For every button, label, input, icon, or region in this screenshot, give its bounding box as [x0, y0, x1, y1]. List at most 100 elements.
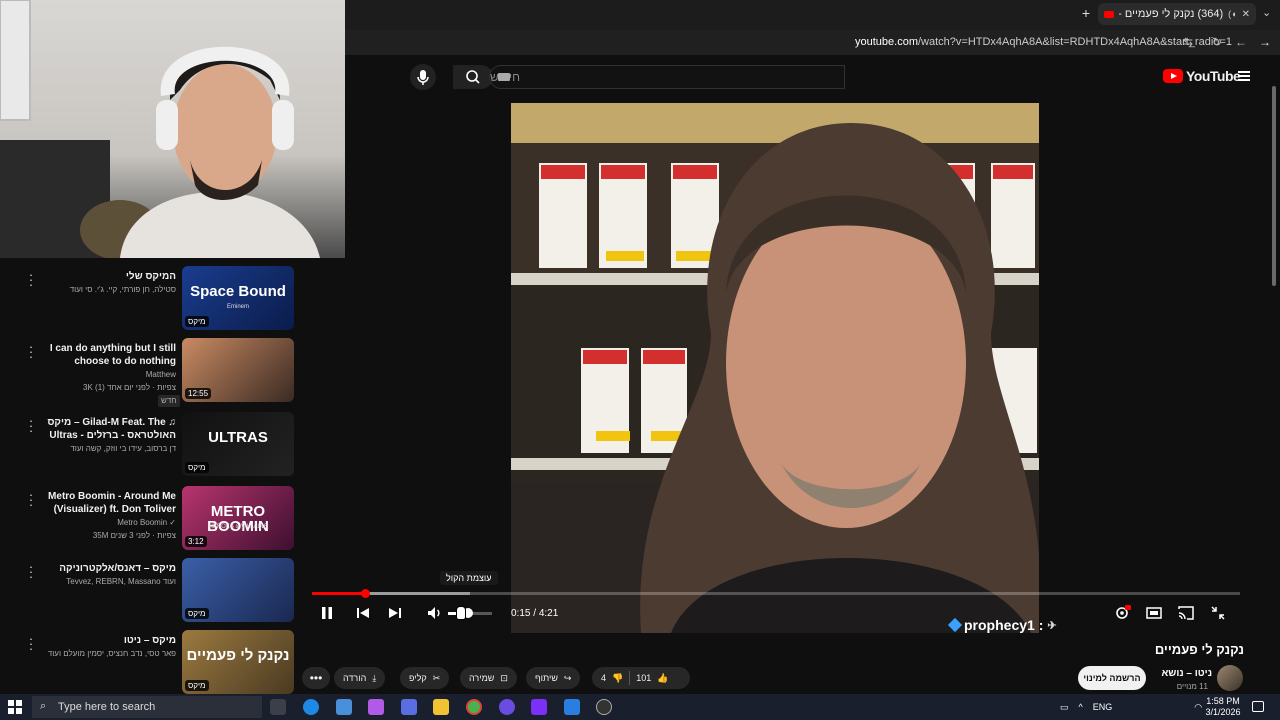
windows-start-icon[interactable] [8, 700, 22, 714]
playlist-thumbnail[interactable]: נקנק לי פעמיים מיקס [182, 630, 294, 694]
playlist-thumbnail[interactable]: מיקס [182, 558, 294, 622]
theater-mode-icon[interactable] [1145, 604, 1163, 622]
playlist-thumbnail[interactable]: ULTRAS מיקס [182, 412, 294, 476]
keyboard-icon[interactable] [498, 73, 510, 81]
cursor-hand-icon [456, 606, 466, 620]
tab-audio-icon[interactable]: ◖) [1228, 9, 1236, 19]
language-indicator[interactable]: ENG [1093, 702, 1113, 712]
download-button[interactable]: הורדה ⤓ [334, 667, 386, 689]
app-icon[interactable] [401, 699, 417, 715]
back-arrow-icon[interactable]: ← [1233, 34, 1249, 50]
clip-button[interactable]: קליפ ✂ [400, 667, 450, 689]
cast-icon[interactable] [1177, 604, 1195, 622]
webcam-overlay [0, 0, 345, 258]
more-actions-button[interactable]: ••• [302, 667, 330, 689]
discord-icon[interactable] [499, 699, 515, 715]
playlist-item[interactable]: נקנק לי פעמיים מיקס מיקס – ניטו פאר טסי, נד… [0, 626, 300, 694]
channel-watermark[interactable]: prophecy1 : ✈ [947, 617, 1057, 633]
save-button[interactable]: שמירה ⊡ [460, 667, 517, 689]
thumbs-down-icon[interactable]: 👎 [612, 673, 623, 684]
tab-menu-chevron-icon[interactable]: ⌄ [1262, 6, 1271, 19]
kick-icon[interactable] [531, 699, 547, 715]
share-button[interactable]: שיתוף ↪ [526, 667, 581, 689]
playlist-thumbnail[interactable]: 12:55 [182, 338, 294, 402]
more-vert-icon[interactable]: · · · [26, 414, 36, 437]
playlist-item-title[interactable]: מיקס – דאנס/אלקטרוניקה [36, 562, 176, 575]
playlist-item[interactable]: 12:55 I can do anything but I still choos… [0, 334, 300, 407]
url-field[interactable]: youtube.com/watch?v=HTDx4AqhA8A&list=RDH… [855, 36, 1232, 48]
obs-icon[interactable] [596, 699, 612, 715]
system-tray: ▭ ^ ENG ◠ [1060, 694, 1202, 720]
progress-bar[interactable] [312, 589, 1240, 598]
volume-slider[interactable] [448, 608, 492, 618]
volume-icon[interactable] [425, 604, 443, 622]
playlist-thumbnail[interactable]: Space Bound Eminem מיקס [182, 266, 294, 330]
video-title: נקנק לי פעמיים [1154, 642, 1244, 657]
app-icon-2[interactable] [564, 699, 580, 715]
subscriber-count: 11 מנויים [1176, 682, 1208, 691]
tray-chevron-icon[interactable]: ^ [1079, 702, 1083, 712]
scrollbar-thumb[interactable] [1272, 86, 1276, 286]
download-label: הורדה [343, 673, 367, 683]
settings-gear-icon[interactable] [1113, 604, 1131, 622]
taskbar-search-icon: ⌕ [40, 700, 47, 712]
channel-avatar[interactable] [1217, 665, 1243, 691]
next-icon[interactable] [386, 604, 404, 622]
playlist-item-title[interactable]: מיקס – ניטו [36, 634, 176, 647]
playlist-item[interactable]: METRO BOOMIN HEROES & VILLAINS 3:12 Metro B… [0, 482, 300, 552]
browser-tab[interactable]: ✕ ◖) (364) נקנק לי פעמיים - YouTube [1098, 3, 1256, 25]
channel-name[interactable]: ניטו – נושא [1161, 668, 1212, 679]
playlist-item[interactable]: ULTRAS מיקס מיקס – Gilad-M Feat. The ♫ Ult… [0, 408, 300, 478]
video-player[interactable] [511, 103, 1039, 633]
playlist-item-title[interactable]: המיקס שלי [36, 270, 176, 283]
more-vert-icon[interactable]: · · · [26, 488, 36, 511]
clock-date: 3/1/2026 [1205, 707, 1241, 717]
youtube-logo-text: YouTube [1186, 68, 1241, 84]
dislike-count: 4 [601, 673, 607, 683]
copilot-icon[interactable] [368, 699, 384, 715]
taskbar-clock[interactable]: 1:58 PM 3/1/2026 [1200, 696, 1246, 718]
voice-search-button[interactable] [410, 64, 436, 90]
search-input[interactable]: חיפוש [489, 65, 845, 89]
file-explorer-icon[interactable] [433, 699, 449, 715]
forward-arrow-icon[interactable]: → [1257, 34, 1273, 50]
progress-scrubber[interactable] [360, 589, 370, 598]
hamburger-menu-icon[interactable] [1238, 71, 1250, 81]
subscribe-button[interactable]: הרשמה למינוי [1078, 666, 1146, 690]
more-vert-icon[interactable]: · · · [26, 340, 36, 363]
youtube-logo[interactable]: YouTube [1163, 68, 1241, 84]
search-button[interactable] [453, 65, 493, 89]
playlist-item-title[interactable]: I can do anything but I still choose to … [36, 342, 176, 368]
more-vert-icon[interactable]: · · · [26, 632, 36, 655]
edge-icon[interactable] [303, 699, 319, 715]
notification-icon[interactable] [1252, 701, 1264, 712]
more-vert-icon[interactable]: · · · [26, 560, 36, 583]
download-icon: ⤓ [372, 672, 377, 683]
youtube-header: חיפוש YouTube [345, 55, 1280, 100]
playlist-item[interactable]: מיקס מיקס – דאנס/אלקטרוניקה Tevvez, REBRN,… [0, 554, 300, 624]
reload-icon[interactable]: ↻ [1209, 34, 1225, 50]
store-icon[interactable] [336, 699, 352, 715]
tray-icon[interactable]: ▭ [1060, 702, 1069, 713]
new-tab-button[interactable]: + [1078, 5, 1094, 21]
volume-tooltip: עוצמת הקול [440, 571, 498, 585]
playlist-item-title[interactable]: מיקס – Gilad-M Feat. The ♫ Ultras - האול… [36, 416, 176, 442]
more-vert-icon[interactable]: · · · [26, 268, 36, 291]
playlist-thumbnail[interactable]: METRO BOOMIN HEROES & VILLAINS 3:12 [182, 486, 294, 550]
share-label: שיתוף [535, 673, 558, 683]
task-view-icon[interactable] [270, 699, 286, 715]
chrome-icon[interactable] [466, 699, 482, 715]
taskbar-search-placeholder: Type here to search [58, 701, 156, 713]
previous-icon[interactable] [354, 604, 372, 622]
fullscreen-exit-icon[interactable] [1209, 604, 1227, 622]
playlist-item[interactable]: Space Bound Eminem מיקס המיקס שלי סטילה, חן … [0, 262, 300, 332]
site-settings-icon[interactable]: ⇆ [1180, 34, 1196, 50]
pause-icon[interactable] [318, 604, 336, 622]
taskbar-search[interactable]: ⌕ Type here to search [32, 696, 262, 718]
tab-close-icon[interactable]: ✕ [1242, 9, 1250, 20]
video-frame-image [511, 103, 1039, 633]
page-scrollbar[interactable] [1270, 66, 1278, 692]
webcam-person-image [0, 0, 320, 258]
thumbs-up-icon[interactable]: 👍 [657, 673, 668, 684]
playlist-item-title[interactable]: Metro Boomin - Around Me (Visualizer) ft… [36, 490, 176, 516]
